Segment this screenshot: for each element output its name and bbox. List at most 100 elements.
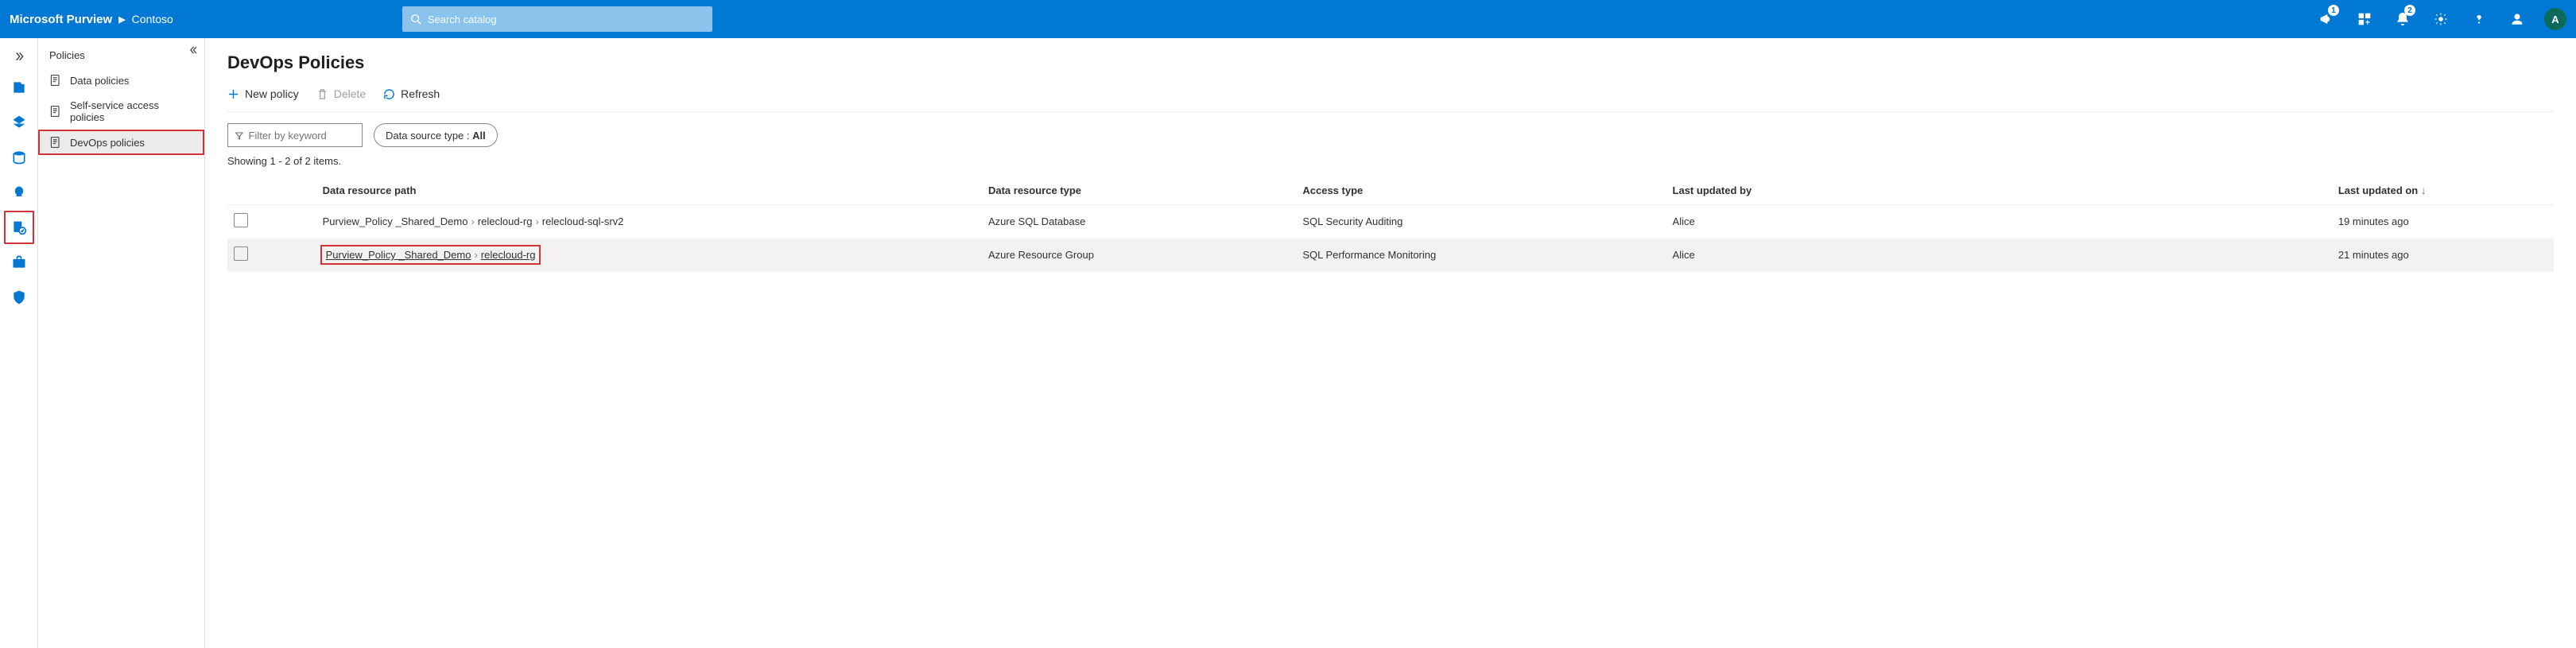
rail-item-management[interactable] — [3, 245, 35, 280]
chevrons-left-icon — [188, 45, 200, 56]
keyword-filter[interactable] — [227, 123, 363, 147]
product-title[interactable]: Microsoft Purview ▶ Contoso — [10, 13, 173, 26]
sidebar-item-label: Data policies — [70, 75, 129, 87]
side-collapse-button[interactable] — [188, 45, 200, 58]
col-access[interactable]: Access type — [1296, 177, 1666, 205]
path-segment: relecloud-rg — [478, 215, 533, 227]
policy-icon — [49, 74, 62, 87]
help-button[interactable] — [2462, 0, 2496, 38]
global-search[interactable] — [402, 6, 712, 32]
table-row[interactable]: Purview_Policy _Shared_Demo› relecloud-rg… — [227, 239, 2554, 272]
new-policy-button[interactable]: New policy — [227, 87, 299, 100]
rail-item-privacy[interactable] — [3, 280, 35, 315]
path-segment: Purview_Policy _Shared_Demo — [323, 215, 468, 227]
rail-item-data-map[interactable] — [3, 105, 35, 140]
chevron-right-icon: ▶ — [118, 14, 125, 25]
keyword-filter-input[interactable] — [249, 130, 356, 142]
rail-item-data-catalog[interactable] — [3, 70, 35, 105]
shield-icon — [11, 289, 27, 305]
col-checkbox — [227, 177, 316, 205]
refresh-label: Refresh — [401, 87, 440, 100]
policy-icon — [49, 105, 62, 118]
rail-expand-button[interactable] — [3, 43, 35, 70]
path-segment[interactable]: Purview_Policy _Shared_Demo — [326, 249, 471, 261]
product-name: Microsoft Purview — [10, 13, 112, 26]
cell-updated-by: Alice — [1666, 205, 2332, 239]
plus-icon — [227, 88, 239, 100]
help-icon — [2472, 12, 2486, 26]
nav-rail — [0, 38, 38, 648]
col-updated-on[interactable]: Last updated on — [2332, 177, 2554, 205]
new-policy-label: New policy — [245, 87, 299, 100]
diagnostics-button[interactable] — [2347, 0, 2382, 38]
cell-updated-on: 19 minutes ago — [2332, 205, 2554, 239]
sidebar-item-data-policies[interactable]: Data policies — [38, 68, 204, 93]
col-updated-by[interactable]: Last updated by — [1666, 177, 2332, 205]
policy-icon — [11, 219, 27, 235]
lightbulb-icon — [11, 184, 27, 200]
row-checkbox[interactable] — [234, 246, 248, 261]
cell-access: SQL Performance Monitoring — [1296, 239, 1666, 272]
rail-item-insights[interactable] — [3, 175, 35, 210]
result-count: Showing 1 - 2 of 2 items. — [227, 155, 2554, 167]
cell-path: Purview_Policy _Shared_Demo› relecloud-rg — [316, 239, 982, 272]
database-icon — [11, 149, 27, 165]
toolbar: New policy Delete Refresh — [227, 84, 2554, 112]
app-header: Microsoft Purview ▶ Contoso 1 2 — [0, 0, 2576, 38]
cell-access: SQL Security Auditing — [1296, 205, 1666, 239]
sidebar-item-label: DevOps policies — [70, 137, 145, 149]
cell-updated-by: Alice — [1666, 239, 2332, 272]
filters: Data source type : All — [227, 123, 2554, 147]
cell-updated-on: 21 minutes ago — [2332, 239, 2554, 272]
catalog-icon — [11, 80, 27, 95]
sidebar-item-devops-policies[interactable]: DevOps policies — [38, 130, 204, 155]
settings-button[interactable] — [2423, 0, 2458, 38]
map-icon — [11, 114, 27, 130]
chevron-right-icon: › — [471, 215, 474, 227]
path-segment: relecloud-sql-srv2 — [542, 215, 624, 227]
avatar-initial: A — [2551, 14, 2559, 25]
cell-path: Purview_Policy _Shared_Demo›relecloud-rg… — [316, 205, 982, 239]
delete-label: Delete — [334, 87, 366, 100]
search-input[interactable] — [428, 14, 704, 25]
col-type[interactable]: Data resource type — [982, 177, 1296, 205]
rail-item-policy[interactable] — [3, 210, 35, 245]
path-segment[interactable]: relecloud-rg — [481, 249, 536, 261]
col-path[interactable]: Data resource path — [316, 177, 982, 205]
notifications-badge: 2 — [2404, 5, 2415, 16]
filter-icon — [235, 130, 244, 141]
gear-icon — [2434, 12, 2448, 26]
main-content: DevOps Policies New policy Delete Refres… — [205, 38, 2576, 648]
header-actions: 1 2 — [2309, 0, 2566, 38]
policy-icon — [49, 136, 62, 149]
sidebar-item-self-service[interactable]: Self-service access policies — [38, 93, 204, 130]
side-panel: Policies Data policies Self-service acce… — [38, 38, 205, 648]
cell-type: Azure Resource Group — [982, 239, 1296, 272]
chevron-right-icon: › — [535, 215, 538, 227]
refresh-button[interactable]: Refresh — [383, 87, 440, 100]
source-type-label: Data source type : — [386, 130, 470, 142]
avatar[interactable]: A — [2544, 8, 2566, 30]
refresh-icon — [383, 88, 395, 100]
row-checkbox[interactable] — [234, 213, 248, 227]
page-title: DevOps Policies — [227, 52, 2554, 73]
search-icon — [410, 14, 421, 25]
cell-type: Azure SQL Database — [982, 205, 1296, 239]
sidebar-item-label: Self-service access policies — [70, 99, 193, 123]
source-type-value: All — [472, 130, 486, 142]
delete-button: Delete — [316, 87, 366, 100]
policies-table: Data resource path Data resource type Ac… — [227, 177, 2554, 272]
tenant-name: Contoso — [132, 13, 173, 25]
source-type-pill[interactable]: Data source type : All — [374, 123, 498, 147]
diagnostics-icon — [2357, 12, 2372, 26]
messages-button[interactable]: 1 — [2309, 0, 2344, 38]
trash-icon — [316, 88, 328, 100]
table-row[interactable]: Purview_Policy _Shared_Demo›relecloud-rg… — [227, 205, 2554, 239]
briefcase-icon — [11, 254, 27, 270]
notifications-button[interactable]: 2 — [2385, 0, 2420, 38]
rail-item-data-estate[interactable] — [3, 140, 35, 175]
chevrons-right-icon — [13, 50, 25, 63]
side-title: Policies — [38, 43, 204, 68]
feedback-button[interactable] — [2500, 0, 2535, 38]
chevron-right-icon: › — [474, 249, 477, 261]
